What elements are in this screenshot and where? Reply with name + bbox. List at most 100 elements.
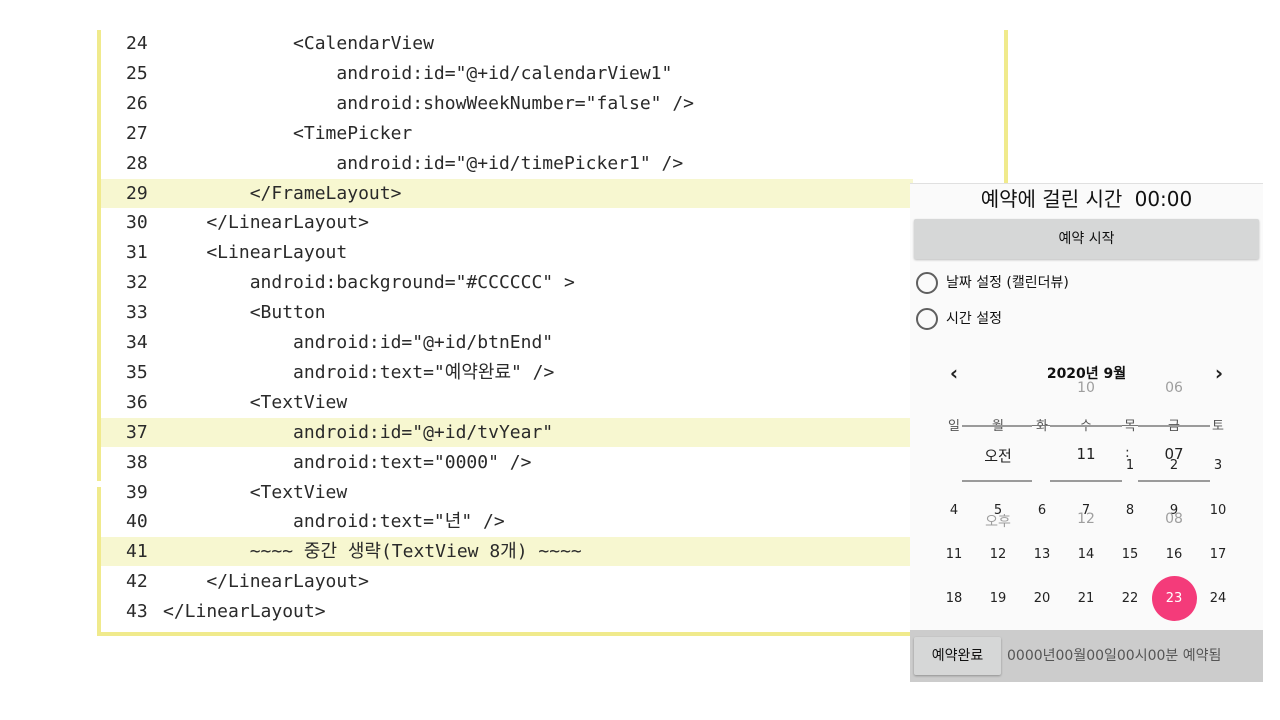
line-number: 30 bbox=[126, 212, 148, 234]
line-number: 40 bbox=[126, 511, 148, 533]
code-line: 33 <Button bbox=[101, 298, 913, 327]
code-text: ~~~~ 중간 생략(TextView 8개) ~~~~ bbox=[163, 541, 582, 563]
hour-current[interactable]: 11 bbox=[1056, 445, 1116, 463]
calendar-day[interactable]: 15 bbox=[1110, 547, 1150, 562]
line-number: 38 bbox=[126, 451, 148, 473]
code-line: 32 android:background="#CCCCCC" > bbox=[101, 268, 913, 297]
hour-bottom-rule bbox=[1050, 480, 1122, 482]
hour-prev[interactable]: 10 bbox=[1056, 380, 1116, 396]
code-text: android:text="년" /> bbox=[163, 511, 505, 533]
radio-time-label: 시간 설정 bbox=[946, 311, 1002, 327]
code-line: 42 </LinearLayout> bbox=[101, 567, 913, 596]
code-line: 27 <TimePicker bbox=[101, 119, 913, 148]
code-text: android:text="0000" /> bbox=[163, 451, 532, 473]
code-line: 28 android:id="@+id/timePicker1" /> bbox=[101, 149, 913, 178]
code-line: 24 <CalendarView bbox=[101, 29, 913, 58]
hour-top-rule bbox=[1050, 425, 1122, 427]
minute-next[interactable]: 08 bbox=[1144, 511, 1204, 527]
calendar-day[interactable]: 16 bbox=[1154, 547, 1194, 562]
time-separator: : bbox=[1125, 445, 1130, 461]
code-line: 25 android:id="@+id/calendarView1" bbox=[101, 59, 913, 88]
code-text: </LinearLayout> bbox=[163, 601, 326, 623]
code-line: 43 </LinearLayout> bbox=[101, 597, 913, 626]
code-line: 37 android:id="@+id/tvYear" bbox=[101, 417, 913, 447]
code-text: android:id="@+id/timePicker1" /> bbox=[163, 152, 684, 174]
line-number: 43 bbox=[126, 601, 148, 623]
code-text: android:text="예약완료" /> bbox=[163, 361, 555, 383]
line-number: 35 bbox=[126, 361, 148, 383]
minute-prev[interactable]: 06 bbox=[1144, 380, 1204, 396]
code-line: 41 ~~~~ 중간 생략(TextView 8개) ~~~~ bbox=[101, 537, 913, 567]
calendar-day[interactable]: 21 bbox=[1066, 591, 1106, 606]
start-reservation-button[interactable]: 예약 시작 bbox=[914, 219, 1259, 259]
line-number: 24 bbox=[126, 33, 148, 54]
code-text: </LinearLayout> bbox=[163, 212, 369, 234]
line-number: 29 bbox=[126, 182, 148, 204]
calendar-day[interactable]: 11 bbox=[934, 547, 974, 562]
code-text: android:background="#CCCCCC" > bbox=[163, 272, 575, 294]
radio-circle-icon[interactable] bbox=[916, 272, 938, 294]
calendar-day[interactable]: 17 bbox=[1198, 547, 1238, 562]
line-number: 42 bbox=[126, 571, 148, 593]
line-number: 32 bbox=[126, 272, 148, 294]
code-line: 39 <TextView bbox=[101, 478, 913, 507]
line-number: 39 bbox=[126, 481, 148, 503]
code-line: 30 </LinearLayout> bbox=[101, 208, 913, 237]
minute-bottom-rule bbox=[1138, 480, 1210, 482]
reservation-result-text: 0000년00월00일00시00분 예약됨 bbox=[1007, 648, 1222, 664]
calendar-day[interactable]: 19 bbox=[978, 591, 1018, 606]
bottom-bar: 예약완료 0000년00월00일00시00분 예약됨 bbox=[910, 630, 1263, 682]
elapsed-time-value: 00:00 bbox=[1134, 187, 1193, 211]
line-number: 27 bbox=[126, 122, 148, 144]
ampm-current[interactable]: 오전 bbox=[968, 445, 1028, 466]
line-number: 36 bbox=[126, 391, 148, 413]
code-text: <Button bbox=[163, 302, 326, 324]
code-text: <LinearLayout bbox=[163, 242, 348, 264]
code-line: 31 <LinearLayout bbox=[101, 238, 913, 267]
code-text: <TextView bbox=[163, 481, 348, 503]
calendar-day-selected[interactable]: 23 bbox=[1154, 591, 1194, 606]
calendar-day[interactable]: 12 bbox=[978, 547, 1018, 562]
line-number: 34 bbox=[126, 332, 148, 353]
minute-top-rule bbox=[1138, 425, 1210, 427]
android-app-screen: 예약에 걸린 시간 00:00 예약 시작 날짜 설정 (캘린더뷰) 시간 설정… bbox=[910, 183, 1263, 682]
calendar-day[interactable]: 10 bbox=[1198, 503, 1238, 518]
code-text: android:showWeekNumber="false" /> bbox=[163, 92, 695, 114]
code-line: 36 <TextView bbox=[101, 388, 913, 417]
end-reservation-button[interactable]: 예약완료 bbox=[914, 637, 1001, 675]
code-listing-panel: 24 <CalendarView 25 android:id="@+id/cale… bbox=[97, 29, 1008, 636]
ampm-next[interactable]: 오후 bbox=[968, 511, 1028, 531]
code-line: 29 </FrameLayout> bbox=[101, 178, 913, 208]
line-number: 26 bbox=[126, 92, 148, 114]
calendar-day[interactable]: 20 bbox=[1022, 591, 1062, 606]
minute-current[interactable]: 07 bbox=[1144, 445, 1204, 463]
chevron-right-icon[interactable]: › bbox=[1207, 361, 1231, 385]
hour-next[interactable]: 12 bbox=[1056, 511, 1116, 527]
line-number: 25 bbox=[126, 62, 148, 84]
line-number: 33 bbox=[126, 302, 148, 324]
calendar-day[interactable]: 22 bbox=[1110, 591, 1150, 606]
radio-date-label: 날짜 설정 (캘린더뷰) bbox=[946, 275, 1069, 291]
code-line: 40 android:text="년" /> bbox=[101, 507, 913, 536]
elapsed-time-label: 예약에 걸린 시간 bbox=[980, 187, 1123, 211]
code-text: <CalendarView bbox=[163, 33, 434, 54]
calendar-day[interactable]: 13 bbox=[1022, 547, 1062, 562]
calendar-day[interactable]: 18 bbox=[934, 591, 974, 606]
calendar-day[interactable]: 14 bbox=[1066, 547, 1106, 562]
code-line: 38 android:text="0000" /> bbox=[101, 448, 913, 477]
line-number: 31 bbox=[126, 242, 148, 264]
calendar-day[interactable]: 3 bbox=[1198, 458, 1238, 473]
code-text: <TimePicker bbox=[163, 122, 413, 144]
calendar-day[interactable]: 24 bbox=[1198, 591, 1238, 606]
code-line: 34 android:id="@+id/btnEnd" bbox=[101, 328, 913, 357]
line-number: 28 bbox=[126, 152, 148, 174]
line-number: 41 bbox=[126, 541, 148, 563]
ampm-top-rule bbox=[962, 425, 1032, 427]
ampm-bottom-rule bbox=[962, 480, 1032, 482]
code-text: </LinearLayout> bbox=[163, 571, 369, 593]
elapsed-time-row: 예약에 걸린 시간 00:00 bbox=[910, 183, 1263, 215]
code-text: <TextView bbox=[163, 391, 348, 413]
code-text: android:id="@+id/tvYear" bbox=[163, 421, 554, 443]
radio-circle-icon[interactable] bbox=[916, 308, 938, 330]
code-line: 35 android:text="예약완료" /> bbox=[101, 358, 913, 387]
